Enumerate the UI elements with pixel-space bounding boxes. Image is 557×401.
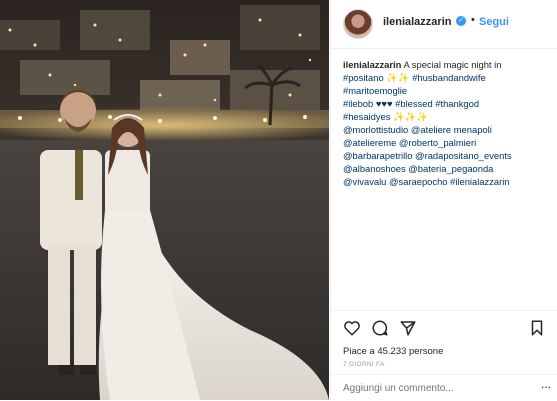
caption-line[interactable]: #positano ✨✨ #husbandandwife (343, 71, 548, 84)
caption-line[interactable]: #hesaidyes ✨✨✨ (343, 110, 548, 123)
caption-username-link[interactable]: ilenialazzarin (343, 59, 401, 70)
caption-line[interactable]: @barbarapetrillo @radapositano_events (343, 149, 548, 162)
post-header: ilenialazzarin ✓ • Segui (331, 0, 557, 49)
comment-input[interactable] (343, 381, 533, 395)
caption-line[interactable]: @ateliereme @roberto_palmieri (343, 136, 548, 149)
instagram-post: ilenialazzarin ✓ • Segui ilenialazzarin … (0, 0, 557, 400)
verified-badge-icon: ✓ (456, 16, 466, 26)
post-sidebar: ilenialazzarin ✓ • Segui ilenialazzarin … (330, 0, 557, 400)
post-photo[interactable] (0, 0, 329, 400)
comment-icon[interactable] (371, 319, 389, 337)
heart-icon[interactable] (343, 319, 361, 337)
caption-text: A special magic night in (403, 59, 502, 70)
username-link[interactable]: ilenialazzarin (383, 16, 451, 28)
caption-line[interactable]: @albanoshoes @bateria_pegaonda (343, 162, 548, 175)
separator-dot: • (471, 14, 475, 26)
post-time: 7 GIORNI FA (343, 361, 385, 368)
caption-line[interactable]: #ilebob ♥♥♥ #blessed #thankgod (343, 97, 548, 110)
post-caption: ilenialazzarin A special magic night in … (343, 58, 548, 188)
bookmark-icon[interactable] (528, 319, 546, 337)
caption-line[interactable]: @vivavalu @saraepocho #ilenialazzarin (343, 175, 548, 188)
caption-line[interactable]: #maritoemoglie (343, 84, 548, 97)
follow-button[interactable]: Segui (479, 16, 509, 28)
share-icon[interactable] (399, 319, 417, 337)
wedding-photo-illustration (0, 0, 329, 400)
comment-box: ... (331, 374, 557, 401)
more-options-icon[interactable]: ... (541, 377, 551, 391)
likes-count[interactable]: Piace a 45.233 persone (343, 346, 443, 357)
post-actions: Piace a 45.233 persone 7 GIORNI FA (331, 310, 557, 371)
caption-line[interactable]: @morlottistudio @ateliere menapoli (343, 123, 548, 136)
avatar[interactable] (343, 9, 373, 39)
